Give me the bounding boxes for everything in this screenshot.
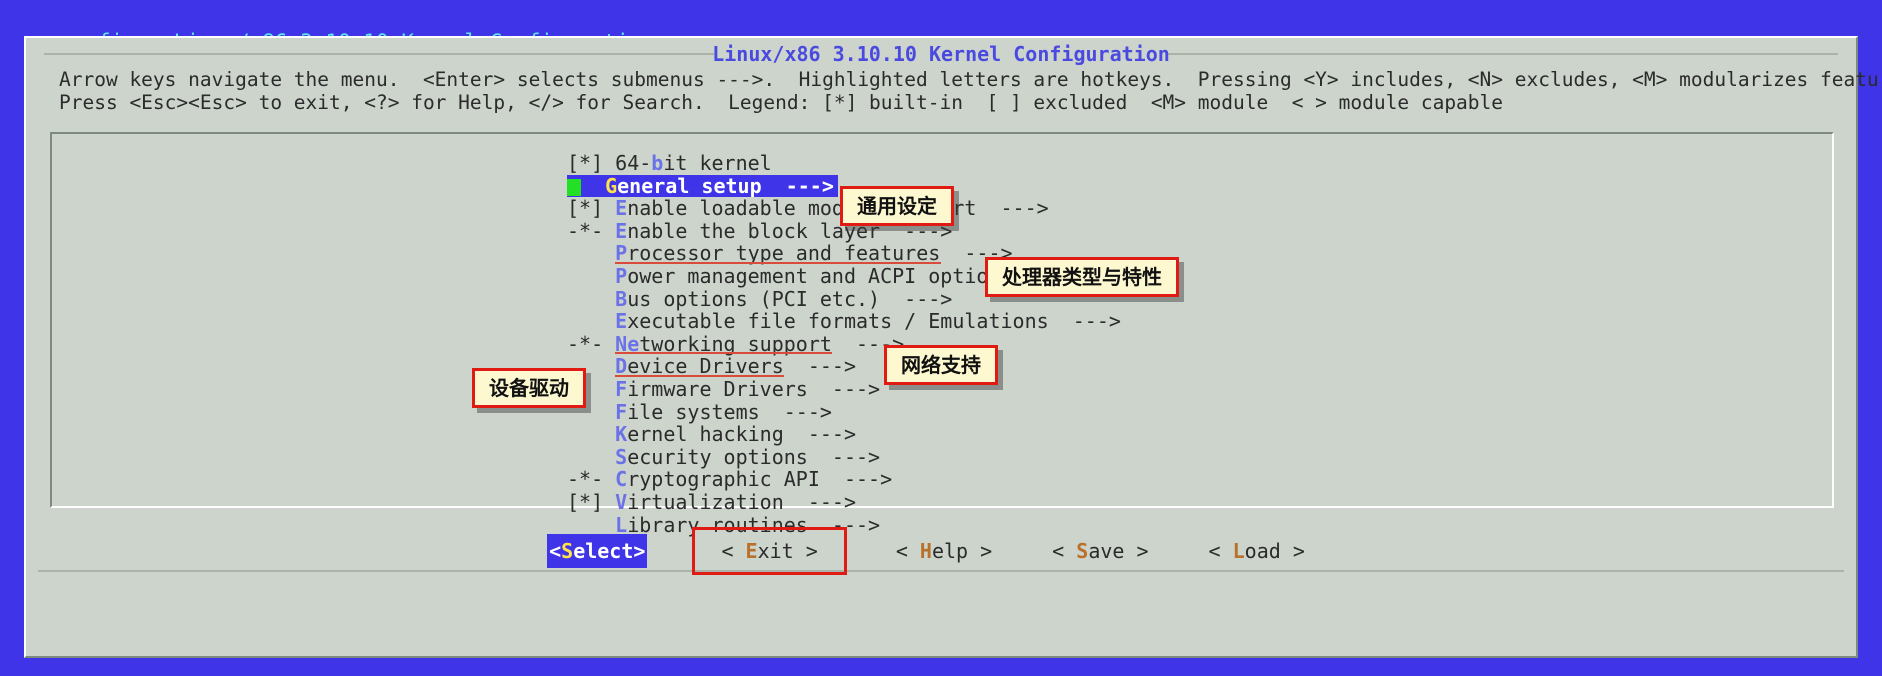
button-bracket-right: > — [793, 539, 818, 563]
menu-item[interactable]: Kernel hacking ---> — [567, 423, 1121, 446]
submenu-arrow-icon: ---> — [807, 376, 881, 401]
menu-item[interactable]: File systems ---> — [567, 399, 1121, 424]
menu-item-label: xecutable file formats / Emulations — [627, 309, 1049, 334]
menu-item-mark: [*] — [567, 151, 616, 175]
button-bracket-left: < — [549, 539, 562, 563]
button-label: elp — [931, 539, 969, 563]
annotation-callout-label: 网络支持 — [901, 353, 981, 377]
button-bracket-left: < — [1052, 539, 1077, 563]
menu-item-label: us options (PCI etc.) — [627, 286, 881, 311]
annotation-callout: 通用设定 — [840, 186, 954, 226]
menu-item-label: ryptographic API — [627, 467, 820, 492]
menu-item-label: irmware Drivers — [627, 376, 808, 401]
button-save[interactable]: < Save > — [1044, 534, 1156, 568]
button-label: oad — [1244, 539, 1281, 563]
submenu-arrow-icon: ---> — [761, 173, 834, 198]
submenu-arrow-icon: ---> — [976, 196, 1049, 221]
annotation-callout: 处理器类型与特性 — [985, 257, 1179, 297]
menu-item-label: irtualization — [627, 489, 784, 514]
button-bracket-left: < — [895, 539, 920, 563]
menu-item-mark: [*] — [567, 489, 616, 514]
menu-item-label: ernel hacking — [627, 422, 784, 447]
menu-item-label: ile systems — [627, 399, 760, 424]
menu-item-hotkey: E — [615, 218, 628, 243]
menu-item-mark: -*- — [567, 218, 616, 243]
button-bracket-right: > — [968, 539, 993, 563]
button-hotkey: E — [745, 539, 758, 563]
menu-item-hotkey: V — [615, 489, 628, 514]
menu-item-hotkey: G — [605, 173, 618, 198]
menu-item-hotkey: b — [651, 151, 664, 175]
menu-item-hotkey: E — [615, 196, 628, 221]
menu-item[interactable]: Executable file formats / Emulations ---… — [567, 310, 1121, 333]
button-hotkey: L — [1232, 539, 1245, 563]
menu-item[interactable]: -*- Networking support ---> — [567, 331, 1121, 356]
annotation-callout-label: 设备驱动 — [489, 376, 569, 400]
button-label: ave — [1088, 539, 1125, 563]
button-bracket-right: > — [633, 539, 646, 563]
cursor-block — [567, 178, 581, 196]
submenu-arrow-icon: ---> — [783, 422, 857, 447]
menu-item-label: it kernel — [663, 151, 772, 175]
menu-item-label: ower management and ACPI options — [627, 263, 1013, 288]
menu-item-hotkey: C — [615, 467, 628, 492]
menu-item-hotkey: S — [615, 444, 628, 469]
submenu-arrow-icon: ---> — [807, 444, 881, 469]
menu-item-mark — [567, 309, 615, 333]
menu-item[interactable]: Security options ---> — [567, 444, 1121, 469]
annotation-callout-label: 处理器类型与特性 — [1002, 265, 1162, 289]
button-exit[interactable]: < Exit > — [692, 527, 847, 575]
submenu-arrow-icon: ---> — [783, 489, 857, 514]
button-label: xit — [757, 539, 794, 563]
menu-item[interactable]: General setup ---> — [567, 173, 838, 198]
dialog-title: Linux/x86 3.10.10 Kernel Configuration — [712, 42, 1170, 66]
menu-item[interactable]: Device Drivers ---> — [567, 355, 1121, 378]
submenu-arrow-icon: ---> — [880, 286, 953, 311]
menu-item-label: eneral setup — [617, 173, 762, 198]
help-line-2: Press <Esc><Esc> to exit, <?> for Help, … — [59, 91, 1504, 114]
menu-item-hotkey: B — [615, 286, 628, 311]
button-hotkey: S — [561, 539, 574, 563]
button-bracket-left: < — [721, 539, 746, 563]
menu-item-mark — [567, 264, 615, 288]
menu-item-label: ecurity options — [627, 444, 808, 469]
annotation-callout-label: 通用设定 — [857, 194, 937, 218]
window-title-bar: .config - Linux/x86 3.10.10 Kernel Confi… — [0, 0, 1882, 54]
button-label: elect — [573, 539, 634, 563]
help-line-1: Arrow keys navigate the menu. <Enter> se… — [59, 68, 1882, 91]
menu-item[interactable]: -*- Cryptographic API ---> — [567, 468, 1121, 491]
menu-item-label-pre: 64- — [615, 151, 652, 175]
menu-item-mark: -*- — [567, 331, 616, 356]
submenu-arrow-icon: ---> — [819, 467, 893, 492]
menu-item-mark — [567, 241, 615, 265]
menu-item-hotkey: P — [615, 263, 628, 288]
menu-item[interactable]: [*] 64-bit kernel — [567, 152, 1121, 175]
submenu-arrow-icon: ---> — [759, 399, 832, 424]
menu-item-hotkey: F — [615, 399, 628, 424]
button-load[interactable]: < Load > — [1201, 534, 1313, 568]
annotation-callout: 设备驱动 — [472, 368, 586, 408]
button-help[interactable]: < Help > — [888, 534, 1000, 568]
menu-item-mark: -*- — [567, 467, 616, 492]
button-bracket-left: < — [1208, 539, 1233, 563]
menu-item-mark — [567, 445, 615, 469]
button-bracket-right: > — [1280, 539, 1305, 563]
button-select[interactable]: <Select> — [547, 534, 648, 568]
menu-item[interactable]: Firmware Drivers ---> — [567, 378, 1121, 401]
menu-item-mark — [567, 287, 615, 311]
menu-item-hotkey: K — [615, 422, 628, 447]
submenu-arrow-icon: ---> — [783, 354, 857, 379]
button-bar[interactable]: <Select> < Exit > < Help > < Save > < Load > — [26, 527, 1856, 575]
menu-item-hotkey: E — [615, 309, 628, 334]
button-hotkey: H — [919, 539, 932, 563]
submenu-arrow-icon: ---> — [1048, 309, 1121, 334]
help-text: Arrow keys navigate the menu. <Enter> se… — [59, 68, 1882, 114]
menu-item-mark — [567, 422, 615, 446]
menu-item[interactable]: [*] Virtualization ---> — [567, 491, 1121, 514]
button-hotkey: S — [1076, 539, 1089, 563]
menu-item-mark: [*] — [567, 196, 616, 221]
button-bracket-right: > — [1124, 539, 1149, 563]
annotation-callout: 网络支持 — [884, 345, 998, 385]
menu-item-hotkey: F — [615, 376, 628, 401]
